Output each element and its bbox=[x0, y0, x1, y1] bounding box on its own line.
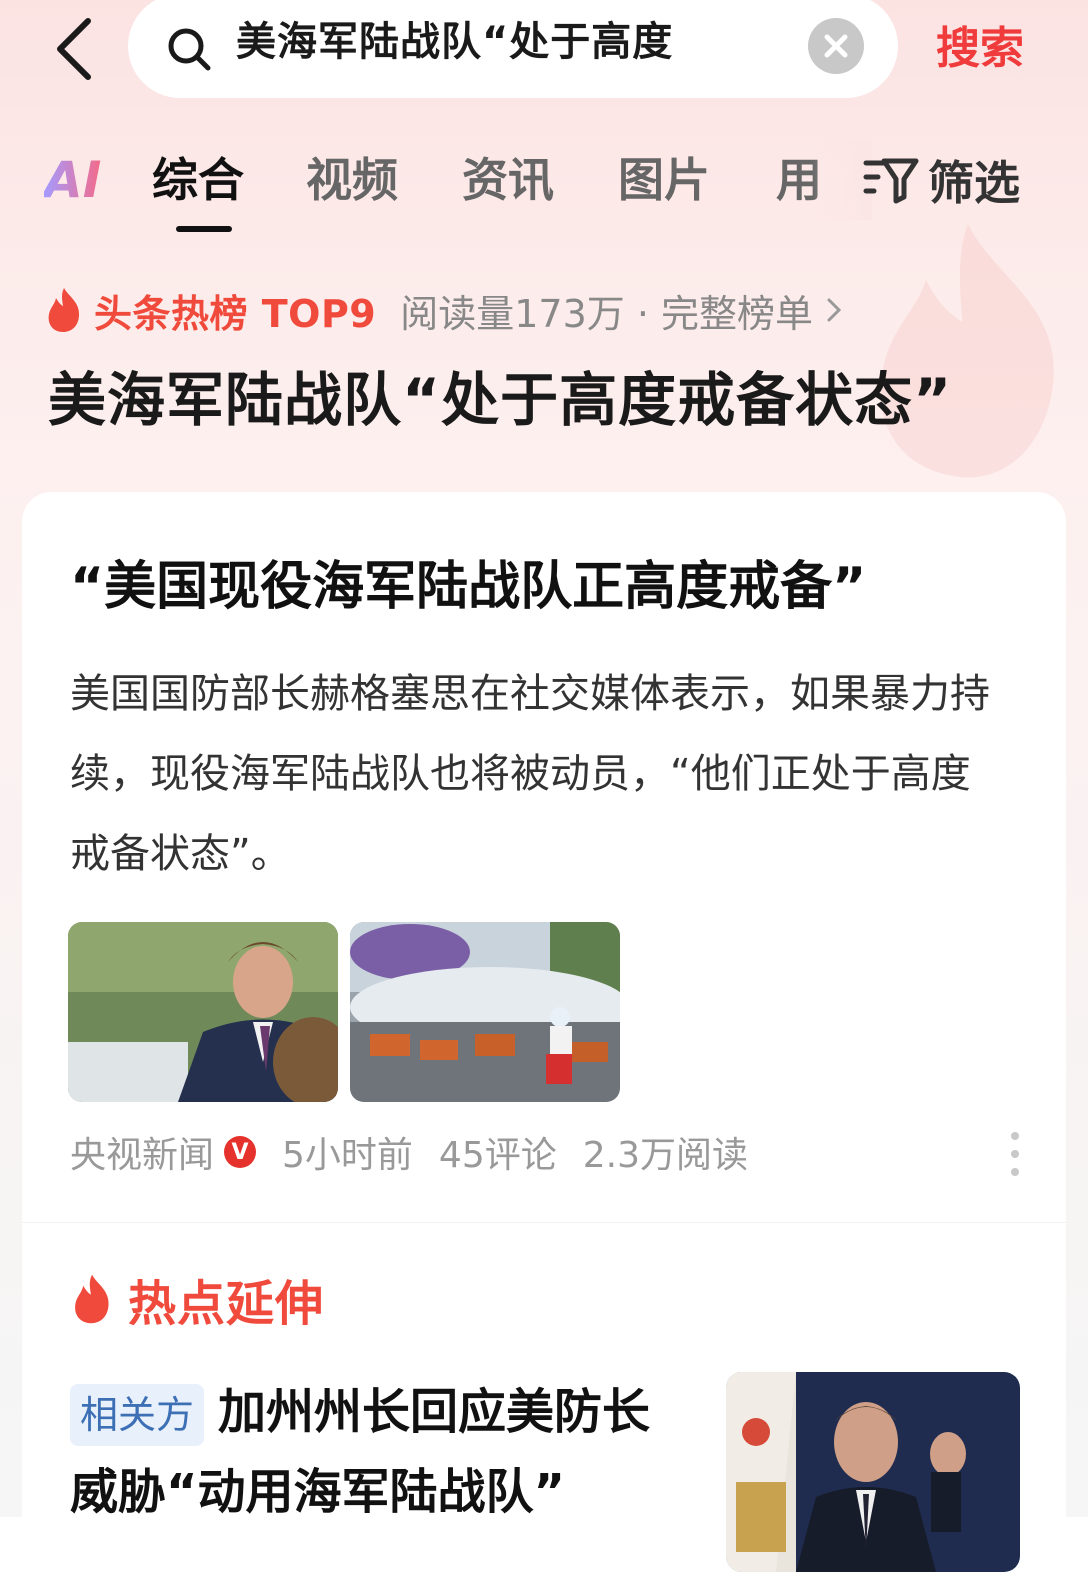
more-dot-icon bbox=[1011, 1168, 1019, 1176]
tab-video[interactable]: 视频 bbox=[306, 140, 398, 220]
active-tab-indicator bbox=[176, 226, 232, 232]
related-article-item[interactable]: 相关方 加州州长回应美防长威胁“动用海军陆战队” bbox=[70, 1372, 1030, 1572]
comment-count: 45评论 bbox=[438, 1135, 557, 1176]
section-divider bbox=[22, 1222, 1066, 1223]
clear-search-button[interactable] bbox=[808, 18, 864, 74]
close-icon bbox=[824, 34, 848, 58]
chevron-right-icon[interactable] bbox=[821, 295, 847, 325]
more-options-button[interactable] bbox=[1000, 1132, 1030, 1176]
tab-comprehensive[interactable]: 综合 bbox=[152, 140, 244, 220]
flame-icon bbox=[75, 1274, 109, 1324]
governor-photo-image bbox=[726, 1372, 1020, 1572]
more-dot-icon bbox=[1011, 1150, 1019, 1158]
filter-button[interactable]: 筛选 bbox=[862, 140, 1020, 220]
article-image-1[interactable] bbox=[68, 922, 338, 1102]
article-thumbnails bbox=[68, 922, 620, 1102]
full-ranking-link[interactable]: 阅读量173万 · 完整榜单 bbox=[400, 283, 813, 338]
hot-topic-title[interactable]: 美海军陆战队“处于高度戒备状态” bbox=[48, 360, 1058, 440]
related-party-tag: 相关方 bbox=[70, 1384, 205, 1446]
tab-images[interactable]: 图片 bbox=[618, 140, 710, 220]
publish-time: 5小时前 bbox=[282, 1135, 413, 1176]
hot-board-row: 头条热榜 TOP9 阅读量173万 · 完整榜单 bbox=[44, 282, 847, 338]
hot-board-label: 头条热榜 TOP9 bbox=[94, 291, 377, 336]
filter-label: 筛选 bbox=[928, 156, 1020, 210]
back-button[interactable] bbox=[44, 14, 104, 84]
filter-icon bbox=[863, 158, 919, 204]
article-summary[interactable]: 美国国防部长赫格塞思在社交媒体表示，如果暴力持续，现役海军陆战队也将被动员，“他… bbox=[70, 654, 1010, 894]
article-image-2[interactable] bbox=[350, 922, 620, 1102]
chevron-left-icon bbox=[57, 18, 91, 80]
tab-news[interactable]: 资讯 bbox=[462, 140, 554, 220]
result-card: “美国现役海军陆战队正高度戒备” 美国国防部长赫格塞思在社交媒体表示，如果暴力持… bbox=[22, 492, 1066, 1572]
hot-extension-header: 热点延伸 bbox=[70, 1264, 324, 1334]
article-title[interactable]: “美国现役海军陆战队正高度戒备” bbox=[70, 552, 1030, 622]
hot-extension-label: 热点延伸 bbox=[128, 1276, 325, 1332]
search-query-text[interactable]: 美海军陆战队“处于高度 bbox=[236, 12, 796, 72]
related-article-text: 相关方 加州州长回应美防长威胁“动用海军陆战队” bbox=[70, 1372, 670, 1532]
flame-watermark-icon bbox=[880, 224, 1054, 478]
more-dot-icon bbox=[1011, 1132, 1019, 1140]
search-button[interactable]: 搜索 bbox=[936, 14, 1024, 84]
source-name[interactable]: 央视新闻 bbox=[70, 1126, 214, 1178]
related-article-image[interactable] bbox=[726, 1372, 1020, 1572]
tab-ai[interactable]: AI bbox=[44, 140, 101, 220]
search-input[interactable]: 美海军陆战队“处于高度 bbox=[128, 0, 898, 98]
portrait-photo-image bbox=[68, 922, 338, 1102]
read-count: 2.3万阅读 bbox=[582, 1135, 748, 1176]
article-meta: 央视新闻 V 5小时前 45评论 2.3万阅读 bbox=[70, 1124, 748, 1180]
street-smoke-photo-image bbox=[350, 922, 620, 1102]
category-tabs: AI 综合 视频 资讯 图片 用 筛选 bbox=[0, 140, 1088, 236]
search-icon bbox=[168, 28, 211, 71]
flame-icon bbox=[48, 288, 80, 332]
verified-badge-icon: V bbox=[224, 1136, 257, 1168]
article-card[interactable]: “美国现役海军陆战队正高度戒备” 美国国防部长赫格塞思在社交媒体表示，如果暴力持… bbox=[22, 492, 1066, 1222]
